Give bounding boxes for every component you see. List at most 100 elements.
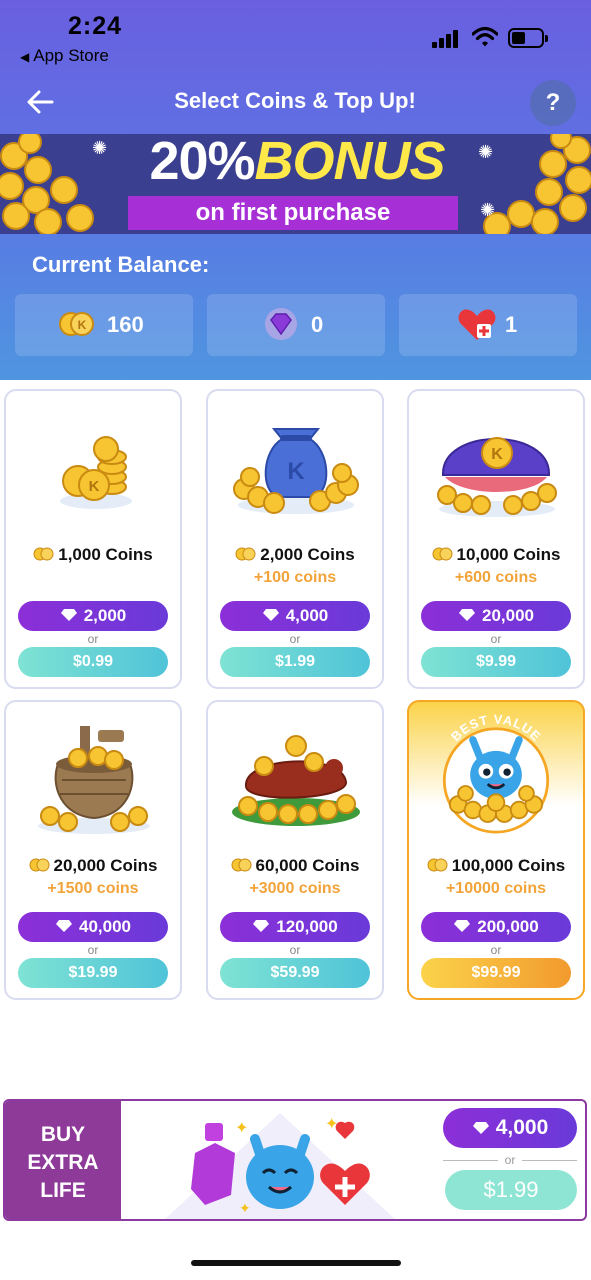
or-divider: or [443, 1153, 577, 1171]
or-divider: or [490, 943, 502, 957]
gem-icon [454, 920, 471, 932]
coin-pack-100000[interactable]: BEST VALUE 100,000 Coins +10000 coins 20… [407, 700, 585, 1000]
coin-pack-1000[interactable]: K 1,000 Coins 2,000 or $0.99 [4, 389, 182, 689]
pack-title: 100,000 Coins [451, 856, 566, 875]
gem-icon [60, 609, 77, 621]
back-triangle-icon: ◀ [20, 50, 30, 64]
pack-title: 60,000 Coins [255, 856, 360, 875]
pack-title: 1,000 Coins [58, 545, 153, 564]
gem-price: 2,000 [83, 606, 127, 625]
gem-price: 120,000 [276, 917, 338, 936]
banner-subtitle: on first purchase [128, 196, 458, 230]
buy-with-gems-button[interactable]: 20,000 [421, 601, 571, 631]
battery-icon [508, 28, 548, 48]
coin-icon [33, 547, 54, 561]
extra-life-cash-button[interactable]: $1.99 [445, 1170, 577, 1210]
gem-price: 200,000 [477, 917, 539, 936]
buy-with-gems-button[interactable]: 40,000 [18, 912, 168, 942]
cellular-signal-icon [432, 30, 462, 48]
extra-life-label-line: LIFE [40, 1179, 86, 1202]
back-app-label: App Store [33, 46, 109, 65]
page-title: Select Coins & Top Up! [174, 88, 416, 113]
coin-shell-art: K [437, 437, 557, 517]
gem-price: 20,000 [482, 606, 534, 625]
gem-icon [265, 308, 297, 340]
pack-bonus: +100 coins [253, 569, 337, 586]
pack-title: 20,000 Coins [53, 856, 158, 875]
lives-balance-card: 1 [399, 294, 577, 356]
pack-bonus: +10000 coins [445, 880, 547, 897]
pack-title: 10,000 Coins [456, 545, 561, 564]
back-arrow-icon[interactable] [26, 88, 54, 116]
help-button[interactable]: ? [530, 80, 576, 126]
svg-text:✦: ✦ [235, 1118, 248, 1137]
status-bar: 2:24 ◀ App Store [0, 0, 591, 78]
gem-icon [262, 609, 279, 621]
coin-icon [432, 547, 453, 561]
buy-with-cash-button[interactable]: $0.99 [18, 647, 168, 677]
coin-bag-art: K [233, 428, 359, 514]
coin-stack-art: K [60, 436, 132, 509]
status-time: 2:24 [68, 12, 123, 40]
pack-bonus: +1500 coins [47, 880, 139, 897]
svg-text:K: K [491, 446, 503, 463]
buy-extra-life-panel[interactable]: BUY EXTRA LIFE ✦ ✦ ✦ 4,000 or $1.99 [3, 1099, 587, 1221]
pack-coin-amount: 60,000 Coins [208, 856, 382, 876]
buy-with-gems-button[interactable]: 120,000 [220, 912, 370, 942]
buy-with-cash-button[interactable]: $99.99 [421, 958, 571, 988]
mascot-coins-art: BEST VALUE [442, 714, 550, 834]
lives-balance-value: 1 [505, 312, 518, 337]
extra-life-gem-price: 4,000 [495, 1116, 549, 1139]
coin-pack-60000[interactable]: 60,000 Coins +3000 coins 120,000 or $59.… [206, 700, 384, 1000]
coin-icon: K [59, 312, 94, 336]
or-divider: or [87, 632, 99, 646]
svg-text:K: K [78, 318, 87, 332]
promo-banner[interactable]: ✺ ✺ ✺ 20%BONUS on first purchase [0, 134, 591, 234]
header: 2:24 ◀ App Store Select Coins & Top Up! ? [0, 0, 591, 380]
sparkle-icon: ✺ [478, 142, 494, 162]
banner-percent: 20% [149, 134, 255, 191]
coin-icon [29, 858, 50, 872]
coin-balance-value: 160 [107, 312, 144, 337]
gem-price: 4,000 [285, 606, 329, 625]
svg-text:K: K [287, 458, 305, 485]
pack-coin-amount: 1,000 Coins [6, 545, 180, 565]
coin-piggy-art [232, 735, 360, 826]
pack-bonus: +600 coins [454, 569, 538, 586]
buy-with-gems-button[interactable]: 200,000 [421, 912, 571, 942]
banner-bonus-word: BONUS [254, 134, 446, 191]
balance-label: Current Balance: [32, 252, 210, 277]
svg-text:✦: ✦ [325, 1114, 338, 1133]
extra-life-gems-button[interactable]: 4,000 [443, 1108, 577, 1148]
or-divider: or [87, 943, 99, 957]
coin-pack-20000[interactable]: 20,000 Coins +1500 coins 40,000 or $19.9… [4, 700, 182, 1000]
coin-pack-10000[interactable]: K 10,000 Coins +600 coins 20,000 or $9.9… [407, 389, 585, 689]
coin-icon [231, 858, 252, 872]
pack-bonus: +3000 coins [249, 880, 341, 897]
gem-price: 40,000 [79, 917, 131, 936]
buy-with-gems-button[interactable]: 2,000 [18, 601, 168, 631]
extra-life-label-line: BUY [40, 1123, 86, 1146]
buy-with-cash-button[interactable]: $19.99 [18, 958, 168, 988]
sparkle-icon: ✺ [480, 200, 496, 220]
back-to-app-store[interactable]: ◀ App Store [20, 46, 109, 66]
or-divider: or [289, 943, 301, 957]
buy-with-cash-button[interactable]: $59.99 [220, 958, 370, 988]
buy-with-gems-button[interactable]: 4,000 [220, 601, 370, 631]
coin-balance-card: K 160 [15, 294, 193, 356]
pack-title: 2,000 Coins [260, 545, 355, 564]
wifi-icon [472, 26, 498, 47]
buy-with-cash-button[interactable]: $1.99 [220, 647, 370, 677]
gem-icon [56, 920, 72, 932]
gem-balance-card: 0 [207, 294, 385, 356]
pack-coin-amount: 10,000 Coins [409, 545, 583, 565]
sparkle-icon: ✺ [92, 138, 108, 158]
buy-with-cash-button[interactable]: $9.99 [421, 647, 571, 677]
home-indicator[interactable] [191, 1260, 401, 1266]
heart-plus-icon [458, 309, 496, 340]
coin-pile-right-art [483, 134, 591, 234]
or-text: or [498, 1153, 522, 1167]
coin-icon [235, 547, 256, 561]
pack-coin-amount: 2,000 Coins [208, 545, 382, 565]
coin-pack-2000[interactable]: K 2,000 Coins +100 coins 4,000 or $1.99 [206, 389, 384, 689]
